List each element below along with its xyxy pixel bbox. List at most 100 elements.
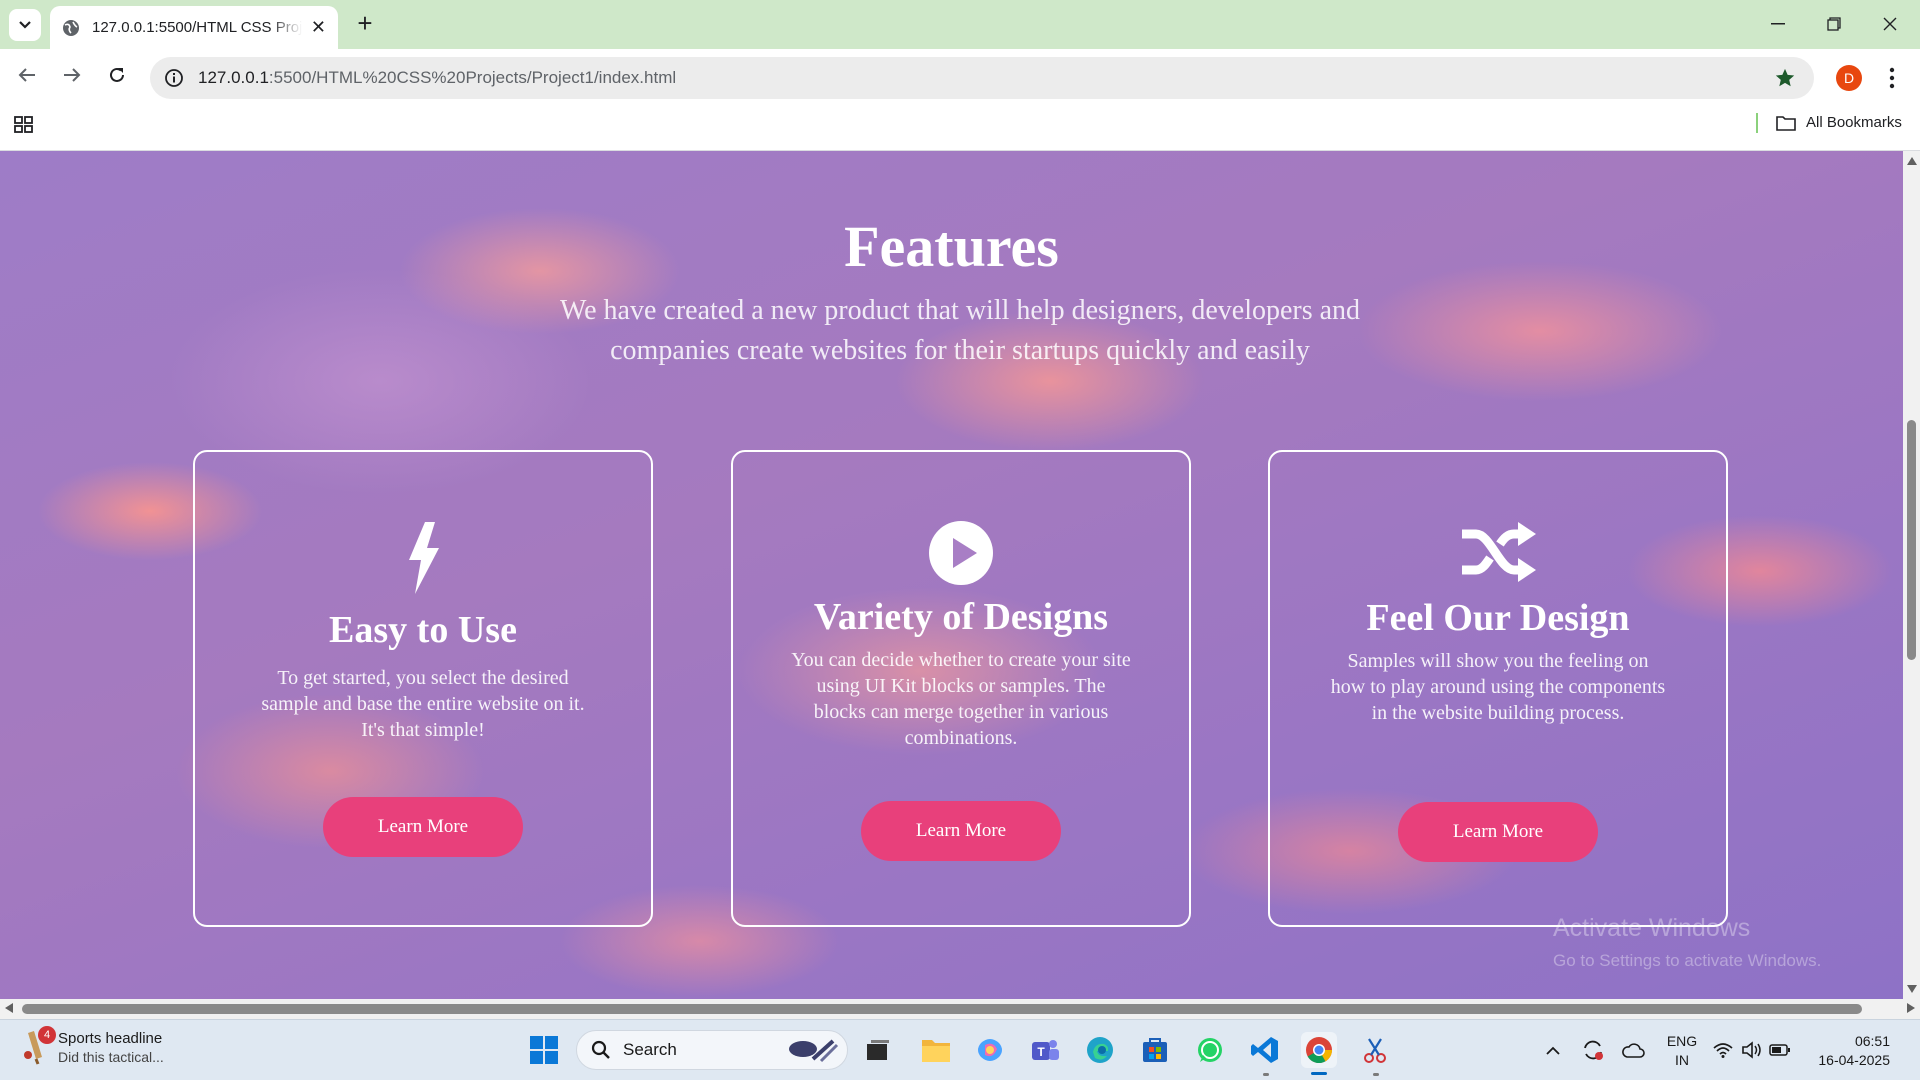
vertical-scroll-thumb[interactable] [1907,420,1916,660]
close-window-button[interactable] [1862,8,1918,40]
folder-icon [922,1040,950,1062]
scissors-icon [1364,1038,1386,1063]
card-title: Variety of Designs [813,596,1109,638]
apps-grid-icon[interactable] [14,116,34,134]
task-view-icon [867,1040,889,1060]
notification-badge: 4 [38,1026,56,1044]
language-code: ENG [1666,1033,1698,1049]
card-description: You can decide whether to create your si… [791,649,1131,749]
clock-time: 06:51 [1854,1033,1890,1049]
vertical-scrollbar[interactable] [1903,151,1920,999]
lightning-icon [195,522,651,594]
minimize-icon [1771,23,1785,25]
all-bookmarks-button[interactable]: All Bookmarks [1776,114,1902,131]
close-icon [1883,17,1897,31]
activate-windows-watermark: Activate Windows Go to Settings to activ… [1553,914,1821,971]
active-indicator [1311,1072,1327,1075]
bookmark-star-icon[interactable] [1774,67,1796,89]
arrow-right-icon [64,68,81,82]
play-icon [733,520,1189,586]
scroll-up-icon[interactable] [1907,157,1917,165]
file-explorer-button[interactable] [918,1032,954,1068]
snipping-tool-button[interactable] [1358,1032,1394,1068]
start-button[interactable] [526,1032,562,1068]
feature-card-feel-our-design: Feel Our Design Samples will show you th… [1268,450,1728,927]
onedrive-tray-button[interactable] [1615,1032,1651,1068]
features-subtitle: We have created a new product that will … [559,295,1361,366]
sync-icon [1584,1040,1603,1060]
learn-more-button[interactable]: Learn More [323,797,523,857]
watermark-subtitle: Go to Settings to activate Windows. [1553,951,1822,970]
scroll-down-icon[interactable] [1907,985,1917,993]
minimize-button[interactable] [1750,8,1806,40]
browser-toolbar: 127.0.0.1:5500/HTML%20CSS%20Projects/Pro… [0,49,1920,99]
running-indicator [1373,1073,1379,1076]
tab-close-icon[interactable]: ✕ [311,17,326,38]
restore-icon [1827,17,1841,31]
store-button[interactable] [1137,1032,1173,1068]
shuffle-icon [1270,520,1726,584]
edge-button[interactable] [1082,1032,1118,1068]
copilot-button[interactable] [972,1032,1008,1068]
bookmarks-bar: All Bookmarks [0,99,1920,151]
learn-more-button[interactable]: Learn More [861,801,1061,861]
active-tab[interactable]: 127.0.0.1:5500/HTML CSS Projects/Project… [50,6,338,49]
more-menu-icon[interactable] [1882,65,1902,91]
restore-button[interactable] [1806,8,1862,40]
clock-date: 16-04-2025 [1818,1052,1890,1068]
taskbar-search[interactable]: Search [576,1030,848,1070]
scroll-left-icon[interactable] [5,1003,13,1013]
feature-card-variety-of-designs: Variety of Designs You can decide whethe… [731,450,1191,927]
show-hidden-icons-button[interactable] [1535,1032,1571,1068]
chrome-icon [1306,1037,1333,1064]
search-label: Search [623,1040,677,1059]
card-description: To get started, you select the desired s… [261,667,585,741]
store-icon [1143,1038,1167,1062]
all-bookmarks-label: All Bookmarks [1806,114,1902,131]
features-heading: Features [844,214,1059,279]
volume-icon [1742,1041,1761,1059]
tab-search-button[interactable] [9,9,41,41]
widget-subtitle: Did this tactical... [58,1048,164,1065]
running-indicator [1263,1073,1269,1076]
chevron-up-icon [1546,1046,1560,1055]
chrome-button[interactable] [1301,1032,1337,1068]
card-title: Feel Our Design [1366,597,1630,639]
learn-more-button[interactable]: Learn More [1398,802,1598,862]
tab-title: 127.0.0.1:5500/HTML CSS Projects/Project… [92,19,302,36]
teams-button[interactable]: T [1027,1032,1063,1068]
edge-icon [1087,1037,1113,1063]
horizontal-scrollbar[interactable] [0,999,1920,1019]
battery-icon [1769,1044,1790,1056]
language-indicator[interactable]: ENG IN [1664,1032,1700,1070]
new-tab-button[interactable]: + [351,10,379,38]
horizontal-scroll-thumb[interactable] [22,1004,1862,1014]
address-bar[interactable]: 127.0.0.1:5500/HTML%20CSS%20Projects/Pro… [150,57,1814,99]
whatsapp-button[interactable] [1192,1032,1228,1068]
bookmarks-separator [1756,113,1758,133]
news-widget[interactable]: 4 Sports headline Did this tactical... [22,1026,164,1065]
vscode-button[interactable] [1247,1032,1283,1068]
reload-button[interactable] [101,59,133,91]
copilot-icon [978,1039,1002,1061]
task-view-button[interactable] [860,1032,896,1068]
quick-settings-button[interactable] [1712,1032,1792,1068]
site-info-icon[interactable] [164,68,184,88]
profile-avatar[interactable]: D [1836,65,1862,91]
folder-icon [1776,115,1796,131]
url-path: :5500/HTML%20CSS%20Projects/Project1/ind… [268,68,677,87]
cloud-icon [1622,1043,1645,1058]
scroll-right-icon[interactable] [1907,1003,1915,1013]
page-viewport: Features We have created a new product t… [0,151,1903,999]
svg-text:T: T [1037,1045,1045,1059]
teams-icon: T [1032,1040,1059,1060]
arrow-left-icon [18,68,35,82]
search-icon [591,1040,610,1059]
windows-logo-icon [530,1036,558,1064]
back-button[interactable] [11,59,43,91]
globe-icon [63,19,79,36]
clock[interactable]: 06:51 16-04-2025 [1808,1032,1890,1070]
forward-button[interactable] [56,59,88,91]
sync-tray-button[interactable] [1575,1032,1611,1068]
card-description: Samples will show you the feeling on how… [1330,650,1666,724]
